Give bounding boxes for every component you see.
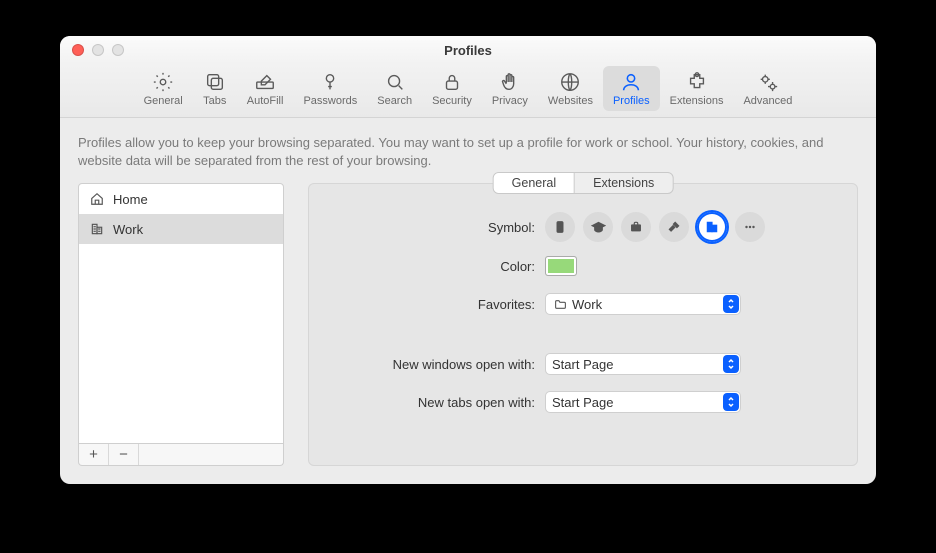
- intro-text: Profiles allow you to keep your browsing…: [78, 134, 858, 169]
- toolbar-tab-autofill[interactable]: AutoFill: [237, 66, 294, 111]
- new-tabs-value: Start Page: [552, 395, 613, 410]
- toolbar-label: Search: [377, 95, 412, 107]
- profile-row-label: Home: [113, 192, 148, 207]
- toolbar-label: Passwords: [303, 95, 357, 107]
- toolbar-tab-general[interactable]: General: [134, 66, 193, 111]
- favorites-value: Work: [572, 297, 602, 312]
- profile-tabs: General Extensions: [493, 172, 674, 194]
- person-icon: [619, 70, 643, 94]
- toolbar-tab-security[interactable]: Security: [422, 66, 482, 111]
- row-color: Color:: [337, 252, 829, 280]
- symbol-option-id-badge[interactable]: [545, 212, 575, 242]
- remove-profile-button[interactable]: −: [109, 444, 139, 465]
- symbol-label: Symbol:: [337, 220, 545, 235]
- folder-icon: [552, 298, 568, 311]
- globe-icon: [558, 70, 582, 94]
- titlebar: Profiles: [60, 36, 876, 64]
- new-windows-label: New windows open with:: [337, 357, 545, 372]
- color-well[interactable]: [545, 256, 577, 276]
- segmented-tab-extensions[interactable]: Extensions: [575, 173, 672, 193]
- toolbar-label: Tabs: [203, 95, 226, 107]
- building-icon: [89, 221, 105, 237]
- symbol-option-graduation-cap[interactable]: [583, 212, 613, 242]
- pencil-field-icon: [253, 70, 277, 94]
- toolbar-label: AutoFill: [247, 95, 284, 107]
- puzzle-icon: [685, 70, 709, 94]
- symbol-option-more[interactable]: [735, 212, 765, 242]
- toolbar-label: Advanced: [743, 95, 792, 107]
- profiles-sidebar: Home Work + −: [78, 183, 284, 466]
- toolbar-label: Privacy: [492, 95, 528, 107]
- toolbar-tab-passwords[interactable]: Passwords: [293, 66, 367, 111]
- row-new-windows: New windows open with: Start Page: [337, 350, 829, 378]
- gears-icon: [756, 70, 780, 94]
- symbol-option-hammer[interactable]: [659, 212, 689, 242]
- settings-window: Profiles General Tabs AutoFill Passwords: [60, 36, 876, 484]
- profile-detail-panel: General Extensions Symbol:: [308, 183, 858, 466]
- toolbar-tab-tabs[interactable]: Tabs: [193, 66, 237, 111]
- add-profile-button[interactable]: +: [79, 444, 109, 465]
- profiles-list[interactable]: Home Work: [78, 183, 284, 444]
- content-area: Profiles allow you to keep your browsing…: [60, 118, 876, 484]
- symbol-option-briefcase[interactable]: [621, 212, 651, 242]
- toolbar-tab-advanced[interactable]: Advanced: [733, 66, 802, 111]
- close-window-button[interactable]: [72, 44, 84, 56]
- preferences-toolbar: General Tabs AutoFill Passwords Search: [60, 64, 876, 118]
- gear-icon: [151, 70, 175, 94]
- profile-row-work[interactable]: Work: [79, 214, 283, 244]
- key-icon: [318, 70, 342, 94]
- list-buttons-spacer: [139, 444, 283, 465]
- updown-icon: [723, 295, 739, 313]
- hand-icon: [498, 70, 522, 94]
- toolbar-tab-profiles[interactable]: Profiles: [603, 66, 660, 111]
- spacer: [337, 328, 829, 340]
- zoom-window-button[interactable]: [112, 44, 124, 56]
- updown-icon: [723, 355, 739, 373]
- symbol-option-building[interactable]: [697, 212, 727, 242]
- toolbar-tab-extensions[interactable]: Extensions: [660, 66, 734, 111]
- new-windows-value: Start Page: [552, 357, 613, 372]
- toolbar-tab-websites[interactable]: Websites: [538, 66, 603, 111]
- house-icon: [89, 191, 105, 207]
- row-symbol: Symbol:: [337, 212, 829, 242]
- updown-icon: [723, 393, 739, 411]
- toolbar-label: Security: [432, 95, 472, 107]
- lock-icon: [440, 70, 464, 94]
- new-tabs-popup[interactable]: Start Page: [545, 391, 741, 413]
- minimize-window-button[interactable]: [92, 44, 104, 56]
- window-controls: [72, 44, 124, 56]
- row-favorites: Favorites: Work: [337, 290, 829, 318]
- profile-row-label: Work: [113, 222, 143, 237]
- segmented-tab-general[interactable]: General: [494, 173, 575, 193]
- toolbar-label: Profiles: [613, 95, 650, 107]
- toolbar-label: General: [144, 95, 183, 107]
- row-new-tabs: New tabs open with: Start Page: [337, 388, 829, 416]
- toolbar-label: Extensions: [670, 95, 724, 107]
- new-tabs-label: New tabs open with:: [337, 395, 545, 410]
- profile-row-home[interactable]: Home: [79, 184, 283, 214]
- favorites-label: Favorites:: [337, 297, 545, 312]
- search-icon: [383, 70, 407, 94]
- profiles-body: Home Work + − General: [78, 183, 858, 466]
- color-label: Color:: [337, 259, 545, 274]
- window-title: Profiles: [444, 43, 492, 58]
- tabs-icon: [203, 70, 227, 94]
- profile-form: Symbol:: [337, 212, 829, 416]
- favorites-popup[interactable]: Work: [545, 293, 741, 315]
- toolbar-label: Websites: [548, 95, 593, 107]
- toolbar-tab-privacy[interactable]: Privacy: [482, 66, 538, 111]
- new-windows-popup[interactable]: Start Page: [545, 353, 741, 375]
- profiles-list-buttons: + −: [78, 444, 284, 466]
- toolbar-tab-search[interactable]: Search: [367, 66, 422, 111]
